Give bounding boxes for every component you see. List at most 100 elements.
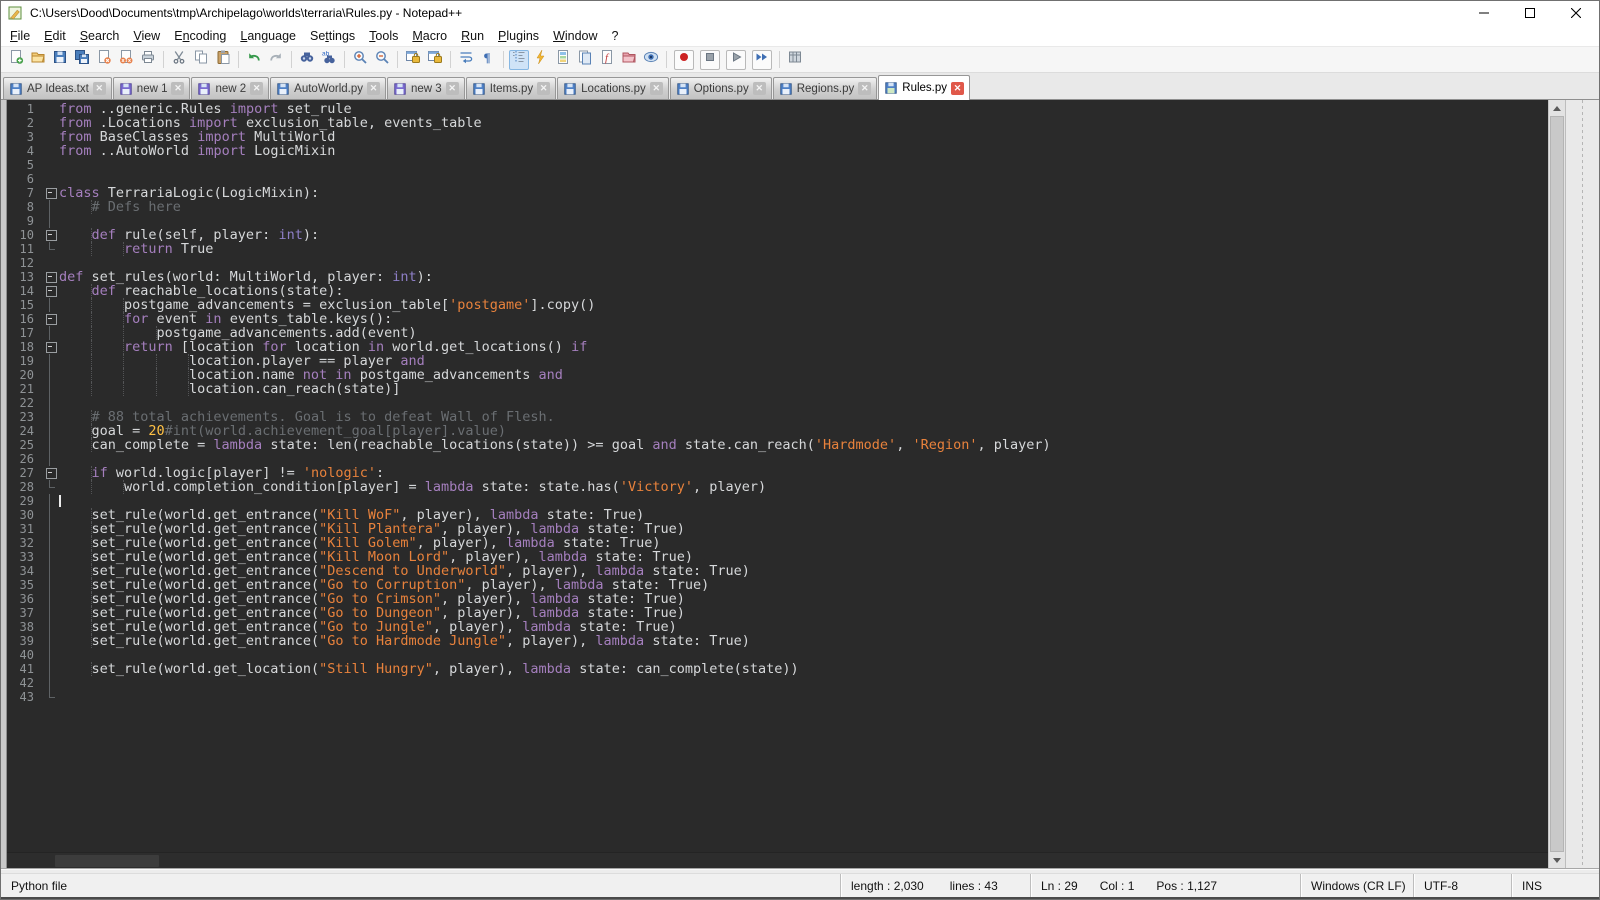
code-line[interactable]: 24goal = 20#int(world.achievement_goal[p… [7,424,1548,438]
code-line[interactable]: 29 [7,494,1548,508]
tab-ap-ideas-txt[interactable]: AP Ideas.txt✕ [3,77,112,99]
toolbar-macro-stop-button[interactable] [700,50,720,70]
code-line[interactable]: 38set_rule(world.get_entrance("Go to Jun… [7,620,1548,634]
code-line[interactable]: 41set_rule(world.get_location("Still Hun… [7,662,1548,676]
menu-plugins[interactable]: Plugins [491,27,546,45]
tab-close-button[interactable]: ✕ [753,82,766,95]
toolbar-cut-button[interactable] [169,50,189,70]
code-line[interactable]: 31set_rule(world.get_entrance("Kill Plan… [7,522,1548,536]
menu-tools[interactable]: Tools [362,27,405,45]
toolbar-zoom-in-button[interactable] [350,50,370,70]
tab-close-button[interactable]: ✕ [537,82,550,95]
tab-close-button[interactable]: ✕ [858,82,871,95]
toolbar-close-button[interactable] [94,50,114,70]
code-line[interactable]: 16for event in events_table.keys(): [7,312,1548,326]
code-line[interactable]: 30set_rule(world.get_entrance("Kill WoF"… [7,508,1548,522]
fold-toggle-icon[interactable] [43,466,59,480]
fold-toggle-icon[interactable] [43,312,59,326]
toolbar-sync-horizontal-button[interactable] [425,50,445,70]
toolbar-zoom-out-button[interactable] [372,50,392,70]
toolbar-document-list-button[interactable] [575,50,595,70]
tab-regions-py[interactable]: Regions.py✕ [773,77,878,99]
menu-file[interactable]: File [3,27,37,45]
code-line[interactable]: 35set_rule(world.get_entrance("Go to Cor… [7,578,1548,592]
code-line[interactable]: 14def reachable_locations(state): [7,284,1548,298]
toolbar-paste-button[interactable] [213,50,233,70]
code-line[interactable]: 32set_rule(world.get_entrance("Kill Gole… [7,536,1548,550]
code-line[interactable]: 28world.completion_condition[player] = l… [7,480,1548,494]
toolbar-save-all-button[interactable] [72,50,92,70]
scroll-up-arrow-icon[interactable] [1549,100,1565,116]
code-lines[interactable]: 1from ..generic.Rules import set_rule2fr… [7,100,1548,852]
code-line[interactable]: 27if world.logic[player] != 'nologic': [7,466,1548,480]
minimize-button[interactable] [1461,1,1507,25]
toolbar-copy-button[interactable] [191,50,211,70]
toolbar-replace-button[interactable]: ab [319,50,339,70]
tab-close-button[interactable]: ✕ [951,82,964,95]
toolbar-function-completion-button[interactable] [531,50,551,70]
status-insert-mode[interactable]: INS [1511,874,1599,897]
toolbar-show-all-chars-button[interactable]: ¶ [478,50,498,70]
tab-items-py[interactable]: Items.py✕ [466,77,556,99]
menu-window[interactable]: Window [546,27,604,45]
menu-settings[interactable]: Settings [303,27,362,45]
code-line[interactable]: 13def set_rules(world: MultiWorld, playe… [7,270,1548,284]
menu-search[interactable]: Search [73,27,127,45]
toolbar-new-file-button[interactable] [6,50,26,70]
code-line[interactable]: 23# 88 total achievements. Goal is to de… [7,410,1548,424]
vertical-scrollbar[interactable] [1548,100,1565,868]
tab-close-button[interactable]: ✕ [93,82,106,95]
fold-toggle-icon[interactable] [43,284,59,298]
scroll-down-arrow-icon[interactable] [1549,852,1565,868]
code-line[interactable]: 21location.can_reach(state)] [7,382,1548,396]
toolbar-close-all-button[interactable] [116,50,136,70]
code-line[interactable]: 1from ..generic.Rules import set_rule [7,102,1548,116]
status-encoding[interactable]: UTF-8 [1413,874,1511,897]
code-line[interactable]: 5 [7,158,1548,172]
toolbar-open-button[interactable] [28,50,48,70]
code-line[interactable]: 6 [7,172,1548,186]
toolbar-macro-run-multiple-button[interactable] [752,50,772,70]
tab-close-button[interactable]: ✕ [650,82,663,95]
tab-new-3[interactable]: new 3✕ [387,77,465,99]
menu-language[interactable]: Language [233,27,303,45]
toolbar-macro-save-button[interactable] [785,50,805,70]
code-line[interactable]: 34set_rule(world.get_entrance("Descend t… [7,564,1548,578]
toolbar-undo-button[interactable] [244,50,264,70]
menu-run[interactable]: Run [454,27,491,45]
toolbar-view-monitor-button[interactable] [641,50,661,70]
code-line[interactable]: 40 [7,648,1548,662]
code-line[interactable]: 4from ..AutoWorld import LogicMixin [7,144,1548,158]
tab-locations-py[interactable]: Locations.py✕ [557,77,669,99]
code-line[interactable]: 37set_rule(world.get_entrance("Go to Dun… [7,606,1548,620]
code-line[interactable]: 26 [7,452,1548,466]
tab-close-button[interactable]: ✕ [446,82,459,95]
menu-macro[interactable]: Macro [405,27,454,45]
tab-close-button[interactable]: ✕ [367,82,380,95]
toolbar-find-button[interactable] [297,50,317,70]
horizontal-scrollbar[interactable] [7,852,1548,868]
menu-help[interactable]: ? [605,27,626,45]
maximize-button[interactable] [1507,1,1553,25]
code-line[interactable]: 12 [7,256,1548,270]
toolbar-macro-play-button[interactable] [726,50,746,70]
horizontal-scrollbar-thumb[interactable] [55,855,159,867]
toolbar-redo-button[interactable] [266,50,286,70]
toolbar-indent-guide-button[interactable] [509,50,529,70]
tab-close-button[interactable]: ✕ [250,82,263,95]
code-line[interactable]: 8# Defs here [7,200,1548,214]
toolbar-save-button[interactable] [50,50,70,70]
code-line[interactable]: 19location.player == player and [7,354,1548,368]
code-line[interactable]: 15postgame_advancements = exclusion_tabl… [7,298,1548,312]
code-line[interactable]: 11return True [7,242,1548,256]
code-line[interactable]: 39set_rule(world.get_entrance("Go to Har… [7,634,1548,648]
tab-new-1[interactable]: new 1✕ [113,77,191,99]
fold-toggle-icon[interactable] [43,186,59,200]
code-line[interactable]: 42 [7,676,1548,690]
tab-close-button[interactable]: ✕ [171,82,184,95]
code-line[interactable]: 17postgame_advancements.add(event) [7,326,1548,340]
tab-rules-py[interactable]: Rules.py✕ [878,75,970,100]
code-line[interactable]: 36set_rule(world.get_entrance("Go to Cri… [7,592,1548,606]
toolbar-function-list-button[interactable]: f [597,50,617,70]
toolbar-folder-as-workspace-button[interactable] [619,50,639,70]
